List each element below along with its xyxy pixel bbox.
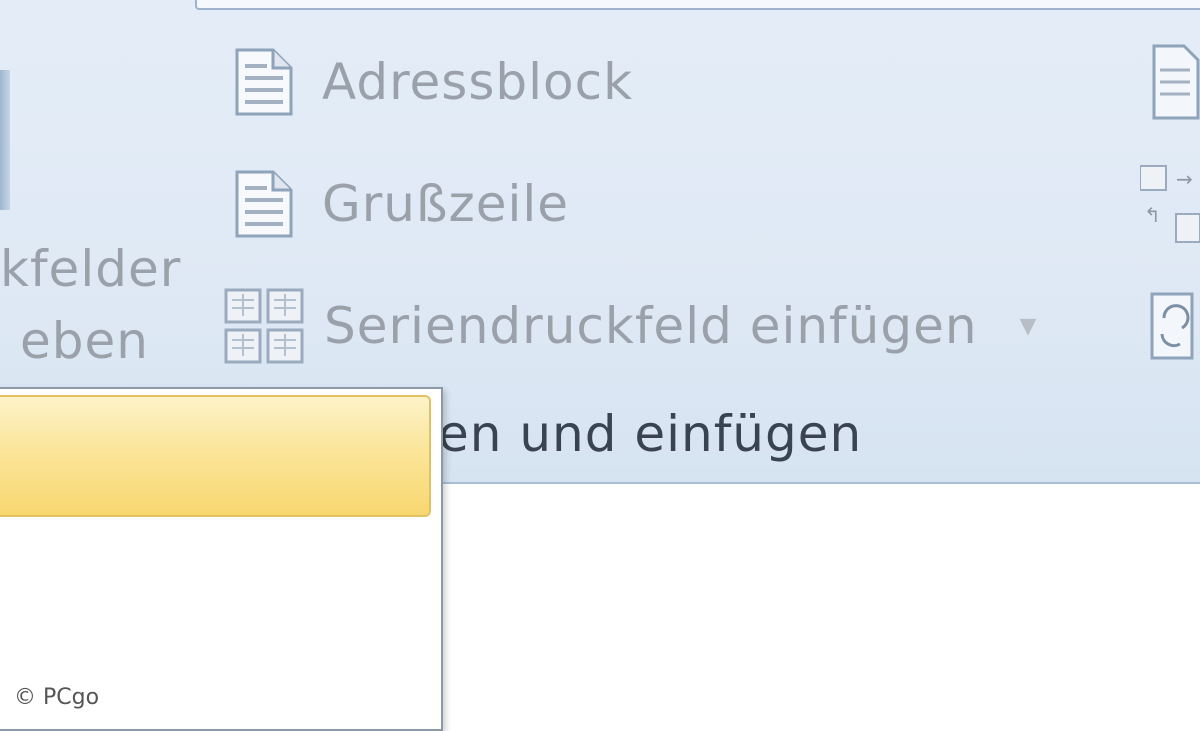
group-label: en und einfügen (438, 405, 863, 463)
svg-text:→: → (1176, 167, 1193, 191)
watermark: © PCgo (14, 685, 100, 710)
greeting-line-button[interactable]: Grußzeile (220, 164, 569, 244)
right-ribbon-column: → ↰ (1139, 0, 1200, 482)
document-icon (220, 164, 308, 244)
chevron-down-icon[interactable]: ▼ (1020, 314, 1038, 339)
left-group-label-line2: eben (20, 312, 149, 370)
insert-merge-field-label: Seriendruckfeld einfügen (324, 297, 978, 355)
left-group-label-line1: kfelder (0, 240, 182, 298)
document-icon (220, 42, 308, 122)
svg-text:↰: ↰ (1144, 203, 1161, 227)
ribbon-top-border (195, 0, 1200, 10)
greeting-line-label: Grußzeile (322, 175, 570, 233)
left-button-edge[interactable] (0, 70, 10, 210)
address-block-label: Adressblock (322, 53, 634, 111)
merge-field-grid-icon (220, 286, 308, 366)
dropdown-menu-panel (0, 387, 443, 731)
insert-merge-field-button[interactable]: Seriendruckfeld einfügen ▼ (220, 286, 1037, 366)
address-block-button[interactable]: Adressblock (220, 42, 633, 122)
right-partial-icons[interactable]: → ↰ (1139, 0, 1200, 482)
highlighted-menu-item[interactable] (0, 395, 431, 517)
